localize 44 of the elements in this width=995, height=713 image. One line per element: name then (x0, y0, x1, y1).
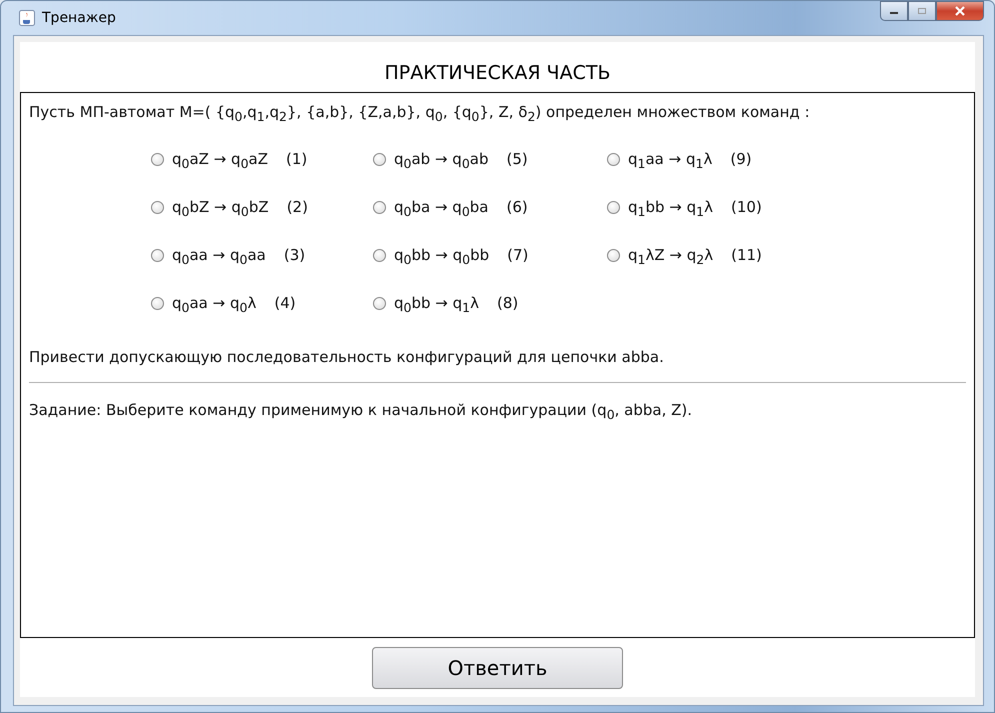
command-number: (3) (284, 246, 306, 264)
minimize-button[interactable] (880, 1, 908, 21)
command-number: (6) (506, 198, 528, 216)
command-number: (7) (507, 246, 528, 264)
command-number: (2) (286, 198, 308, 216)
radio-button[interactable] (373, 201, 386, 214)
command-label[interactable]: q$_{0}$aZ → q$_{0}$aZ (172, 150, 268, 171)
command-label[interactable]: q$_{0}$ba → q$_{0}$ba (394, 198, 488, 219)
automaton-definition: Пусть МП-автомат M=( {q$_{0}$,q$_{1}$,q$_{2}$}, {a,b}, {Z,a,b}, q$_{0}$, {q$_{0}$}, Z, δ$_{2}$) определен множеством команд : (29, 103, 811, 124)
command-label[interactable]: q$_{0}$aa → q$_{0}$aa (172, 246, 266, 267)
radio-button[interactable] (607, 249, 620, 262)
command-label[interactable]: q$_{1}$λZ → q$_{2}$λ (628, 246, 714, 267)
cup-icon (19, 10, 35, 26)
answer-button[interactable]: Ответить (372, 647, 623, 689)
command-label[interactable]: q$_{0}$aa → q$_{0}$λ (172, 294, 256, 315)
command-label[interactable]: q$_{0}$bb → q$_{1}$λ (394, 294, 479, 315)
command-label[interactable]: q$_{0}$bb → q$_{0}$bb (394, 246, 490, 267)
command-label[interactable]: q$_{1}$aa → q$_{1}$λ (628, 150, 712, 171)
maximize-icon (917, 7, 927, 15)
window-title: Тренажер (42, 10, 116, 26)
radio-button[interactable] (151, 201, 164, 214)
radio-button[interactable] (373, 249, 386, 262)
radio-button[interactable] (151, 297, 164, 310)
command-label[interactable]: q$_{0}$bZ → q$_{0}$bZ (172, 198, 269, 219)
command-number: (1) (286, 150, 308, 168)
radio-button[interactable] (151, 153, 164, 166)
command-number: (10) (731, 198, 762, 216)
instruction-text: Привести допускающую последовательность конфигураций для цепочки abba. (29, 348, 665, 366)
command-number: (11) (731, 246, 762, 264)
command-number: (4) (274, 294, 296, 312)
task-text: Задание: Выберите команду применимую к начальной конфигурации (q$_{0}$, abba, Z). (29, 401, 694, 422)
command-number: (8) (497, 294, 518, 312)
radio-button[interactable] (607, 153, 620, 166)
radio-button[interactable] (607, 201, 620, 214)
command-label[interactable]: q$_{1}$bb → q$_{1}$λ (628, 198, 713, 219)
command-number: (9) (730, 150, 752, 168)
section-heading: ПРАКТИЧЕСКАЯ ЧАСТЬ (20, 42, 975, 92)
radio-button[interactable] (373, 297, 386, 310)
command-number: (5) (506, 150, 528, 168)
radio-button[interactable] (373, 153, 386, 166)
radio-button[interactable] (151, 249, 164, 262)
close-icon (954, 6, 966, 16)
command-label[interactable]: q$_{0}$ab → q$_{0}$ab (394, 150, 488, 171)
close-button[interactable] (936, 1, 984, 21)
